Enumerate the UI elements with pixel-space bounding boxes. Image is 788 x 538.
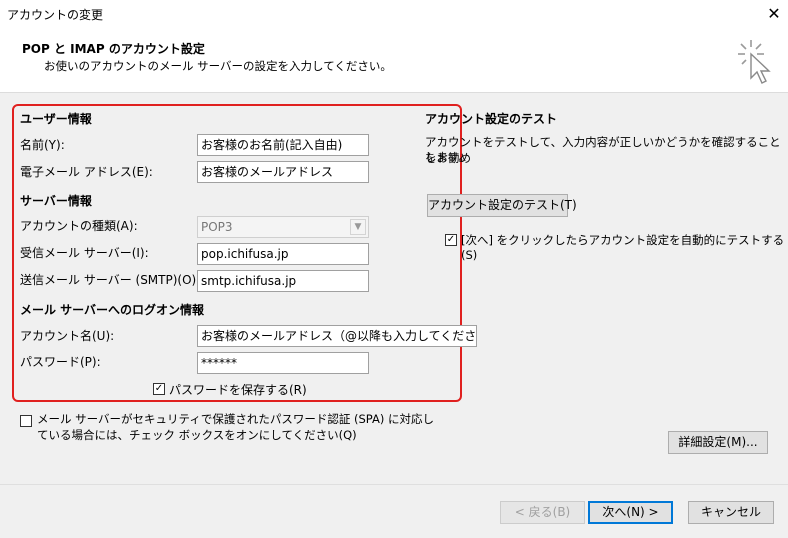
- email-field[interactable]: お客様のメールアドレス: [197, 161, 369, 183]
- logon-info-heading: メール サーバーへのログオン情報: [20, 303, 205, 317]
- spa-label-line2[interactable]: ている場合には、チェック ボックスをオンにしてください(Q): [37, 427, 357, 443]
- auto-test-checkbox[interactable]: ✓: [445, 234, 457, 246]
- spa-label-line1[interactable]: メール サーバーがセキュリティで保護されたパスワード認証 (SPA) に対応し: [37, 411, 434, 427]
- auto-test-label-line2[interactable]: (S): [461, 247, 477, 263]
- email-label: 電子メール アドレス(E):: [20, 165, 153, 179]
- title-bar: [0, 0, 788, 30]
- test-account-button[interactable]: アカウント設定のテスト(T): [427, 194, 577, 217]
- incoming-server-label: 受信メール サーバー(I):: [20, 246, 149, 260]
- back-button[interactable]: < 戻る(B): [500, 501, 585, 524]
- save-password-checkbox[interactable]: ✓: [153, 383, 165, 395]
- save-password-label[interactable]: パスワードを保存する(R): [169, 381, 307, 398]
- wizard-cursor-icon: [738, 40, 771, 84]
- account-type-select[interactable]: POP3 ▼: [197, 216, 369, 238]
- test-heading: アカウント設定のテスト: [425, 112, 558, 126]
- account-type-value: POP3: [201, 220, 233, 234]
- user-info-heading: ユーザー情報: [20, 112, 92, 126]
- password-field[interactable]: ******: [197, 352, 369, 374]
- spa-checkbox[interactable]: [20, 415, 32, 427]
- server-info-heading: サーバー情報: [20, 194, 92, 208]
- more-settings-button[interactable]: 詳細設定(M)...: [668, 431, 768, 454]
- page-title: POP と IMAP のアカウント設定: [22, 42, 205, 56]
- outgoing-server-label: 送信メール サーバー (SMTP)(O):: [20, 273, 201, 287]
- footer-divider: [0, 484, 788, 485]
- outgoing-server-field[interactable]: smtp.ichifusa.jp: [197, 270, 369, 292]
- account-name-field[interactable]: お客様のメールアドレス（@以降も入力してください): [197, 325, 477, 347]
- chevron-down-icon: ▼: [350, 219, 366, 235]
- name-field[interactable]: お客様のお名前(記入自由): [197, 134, 369, 156]
- auto-test-label-line1[interactable]: [次へ] をクリックしたらアカウント設定を自動的にテストする: [461, 232, 784, 248]
- page-subtitle: お使いのアカウントのメール サーバーの設定を入力してください。: [44, 59, 392, 73]
- name-label: 名前(Y):: [20, 138, 65, 152]
- test-desc-line2: します。: [425, 150, 470, 164]
- account-name-label: アカウント名(U):: [20, 329, 115, 343]
- cancel-button[interactable]: キャンセル: [688, 501, 774, 524]
- incoming-server-field[interactable]: pop.ichifusa.jp: [197, 243, 369, 265]
- test-desc-line1: アカウントをテストして、入力内容が正しいかどうかを確認することをお勧め: [425, 135, 781, 165]
- next-button[interactable]: 次へ(N) >: [588, 501, 673, 524]
- close-icon[interactable]: ✕: [764, 4, 784, 24]
- window-title: アカウントの変更: [7, 8, 104, 22]
- password-label: パスワード(P):: [20, 355, 101, 369]
- account-type-label: アカウントの種類(A):: [20, 219, 138, 233]
